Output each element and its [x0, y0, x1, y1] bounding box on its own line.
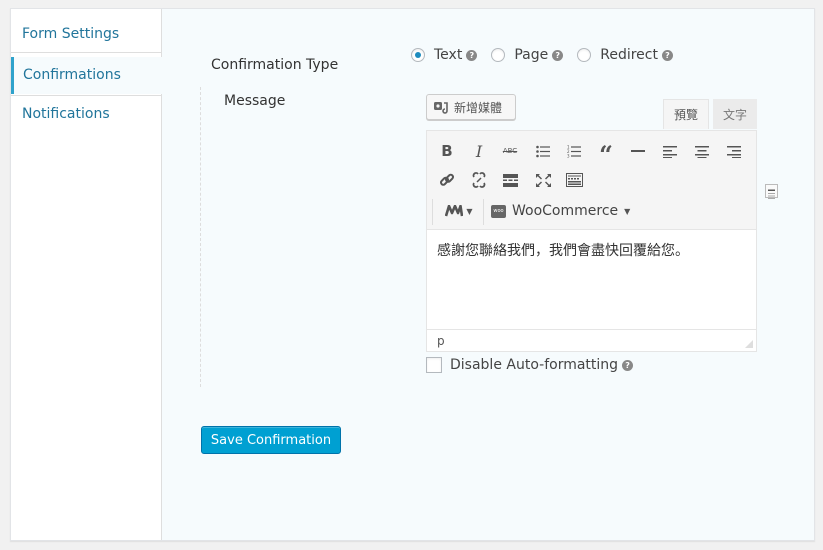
align-center-icon[interactable]: [690, 139, 714, 163]
radio-redirect-label: Redirect: [600, 47, 658, 63]
toolbar-separator: [432, 199, 433, 225]
radio-text-label: Text: [434, 47, 463, 63]
help-icon[interactable]: ?: [466, 49, 478, 61]
field-settings-icon[interactable]: [765, 184, 778, 199]
fullscreen-icon[interactable]: [531, 168, 555, 192]
radio-page-label: Page: [514, 47, 549, 63]
help-icon[interactable]: ?: [661, 49, 673, 61]
add-media-icon: [434, 101, 448, 114]
woocommerce-icon: woo: [491, 204, 506, 218]
align-right-icon[interactable]: [722, 139, 746, 163]
save-confirmation-button[interactable]: Save Confirmation: [201, 426, 341, 454]
sidebar-item-form-settings[interactable]: Form Settings: [11, 16, 161, 53]
bold-icon[interactable]: B: [435, 139, 459, 163]
radio-text[interactable]: [411, 48, 425, 62]
read-more-icon[interactable]: [498, 168, 522, 192]
svg-text:3: 3: [567, 153, 570, 158]
radio-selected-dot: [415, 52, 421, 58]
merge-tags-dropdown[interactable]: ▼: [439, 199, 479, 223]
element-path[interactable]: p: [437, 334, 445, 348]
editor-toolbar: B I ABC 123 “ ▼ woo WooCommerce ▼: [427, 131, 756, 230]
italic-icon[interactable]: I: [467, 139, 491, 163]
sidebar-item-confirmations[interactable]: Confirmations: [11, 57, 162, 94]
woocommerce-dropdown[interactable]: woo WooCommerce ▼: [491, 199, 633, 223]
toolbar-toggle-icon[interactable]: [562, 168, 586, 192]
radio-option-redirect[interactable]: Redirect ?: [577, 47, 673, 63]
message-label: Message: [224, 93, 286, 109]
chevron-down-icon: ▼: [466, 206, 473, 216]
strikethrough-icon[interactable]: ABC: [498, 139, 522, 163]
horizontal-rule-icon[interactable]: [626, 139, 650, 163]
link-icon[interactable]: [435, 168, 459, 192]
numbered-list-icon[interactable]: 123: [562, 139, 586, 163]
blockquote-icon[interactable]: “: [594, 139, 618, 167]
indent-guide: [200, 87, 201, 387]
help-icon[interactable]: ?: [552, 49, 564, 61]
chevron-down-icon: ▼: [624, 206, 631, 216]
toolbar-separator: [483, 199, 484, 225]
sidebar: Form Settings Confirmations Notification…: [11, 9, 162, 540]
bullet-list-icon[interactable]: [531, 139, 555, 163]
message-content[interactable]: 感謝您聯絡我們，我們會盡快回覆給您。: [427, 230, 756, 330]
radio-redirect[interactable]: [577, 48, 592, 62]
unlink-icon[interactable]: [467, 168, 491, 192]
radio-option-text[interactable]: Text ?: [411, 47, 478, 63]
tab-visual[interactable]: 預覽: [663, 99, 709, 129]
help-icon[interactable]: ?: [622, 359, 634, 371]
merge-tags-icon: [445, 205, 464, 217]
editor-statusbar: p: [427, 329, 756, 351]
radio-option-page[interactable]: Page ?: [491, 47, 564, 63]
disable-autoformat-checkbox[interactable]: [426, 357, 442, 373]
tab-text[interactable]: 文字: [713, 99, 757, 129]
woocommerce-label: WooCommerce: [512, 203, 619, 219]
sidebar-item-notifications[interactable]: Notifications: [11, 95, 161, 132]
add-media-button[interactable]: 新增媒體: [426, 94, 516, 120]
confirmation-type-radio-group: Text ? Page ? Redirect ?: [400, 47, 687, 63]
message-editor: B I ABC 123 “ ▼ woo WooCommerce ▼ 感謝您聯絡我…: [426, 130, 757, 352]
disable-autoformat-row: Disable Auto-formatting ?: [426, 357, 634, 373]
add-media-label: 新增媒體: [454, 100, 503, 115]
confirmation-type-label: Confirmation Type: [211, 57, 339, 73]
resize-handle-icon[interactable]: [745, 340, 753, 348]
radio-page[interactable]: [491, 48, 506, 62]
align-left-icon[interactable]: [658, 139, 682, 163]
disable-autoformat-label[interactable]: Disable Auto-formatting: [450, 357, 618, 373]
